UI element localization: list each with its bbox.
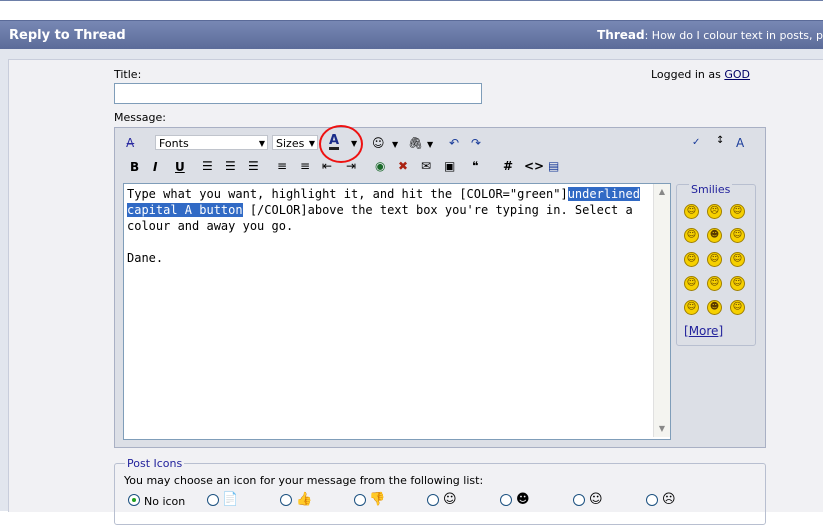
title-input[interactable]	[114, 83, 482, 104]
title-label: Title:	[114, 68, 142, 81]
logged-in-user-link[interactable]: GOD	[724, 68, 750, 81]
logged-in-text: Logged in as GOD	[651, 68, 750, 81]
thread-title: : How do I colour text in posts, p	[644, 29, 823, 42]
indent-icon[interactable]: ⇥	[346, 159, 356, 173]
redo-icon[interactable]: ↷	[471, 136, 481, 150]
smilie-icon[interactable]: ☺	[730, 252, 745, 267]
ordered-list-icon[interactable]: ≡	[277, 159, 287, 173]
insert-image-icon[interactable]: ▣	[444, 159, 455, 173]
size-select-value: Sizes	[276, 137, 305, 150]
email-link-icon[interactable]: ✉	[421, 159, 431, 173]
smilie-icon[interactable]: ☺	[707, 252, 722, 267]
more-smilies-link[interactable]: More	[689, 324, 719, 338]
php-code-icon[interactable]: ▤	[548, 159, 559, 173]
post-icons-description: You may choose an icon for your message …	[124, 474, 484, 487]
page-title: Reply to Thread	[9, 28, 126, 43]
message-highlight-2: capital A button	[127, 203, 243, 217]
bold-button[interactable]: B	[130, 160, 139, 174]
spellcheck-icon[interactable]: ✓	[692, 136, 700, 150]
insert-link-icon[interactable]: ◉	[375, 159, 385, 173]
smilie-icon[interactable]: ☺	[730, 228, 745, 243]
italic-button[interactable]: I	[153, 160, 157, 174]
smilie-icon[interactable]: ☻	[707, 300, 722, 315]
font-select[interactable]: Fonts ▼	[155, 135, 268, 150]
smilie-icon[interactable]: ☺	[707, 276, 722, 291]
smilie-icon[interactable]: ☺	[730, 204, 745, 219]
smile-icon: ☺	[443, 492, 457, 507]
more-smilies: [More]	[684, 324, 724, 338]
quote-icon[interactable]: ❝	[472, 159, 478, 173]
scroll-up-icon[interactable]: ▲	[655, 185, 669, 199]
thread-info: Thread: How do I colour text in posts, p	[597, 28, 823, 42]
post-icon-radio[interactable]	[573, 494, 585, 506]
thumbs-down-icon: 👎	[369, 492, 386, 507]
underline-button[interactable]: U	[175, 160, 185, 174]
message-highlight-1: underlined	[567, 187, 640, 201]
smilie-icon[interactable]: ☹	[707, 204, 722, 219]
scroll-down-icon[interactable]: ▼	[655, 422, 669, 436]
message-textarea[interactable]: Type what you want, highlight it, and hi…	[123, 183, 671, 440]
remove-format-icon[interactable]: A̶	[126, 136, 134, 150]
smilie-icon[interactable]: ☺	[684, 252, 699, 267]
outdent-icon[interactable]: ⇤	[322, 159, 332, 173]
laugh-icon: ☻	[516, 492, 530, 507]
post-icon-radio[interactable]	[354, 494, 366, 506]
post-icons-heading: Post Icons	[125, 457, 185, 470]
message-signature: Dane.	[127, 251, 164, 265]
unordered-list-icon[interactable]: ≡	[300, 159, 310, 173]
code-hash-button[interactable]: #	[503, 159, 513, 173]
align-center-icon[interactable]: ☰	[225, 159, 236, 173]
align-right-icon[interactable]: ☰	[248, 159, 259, 173]
smilie-icon[interactable]: ☻	[707, 228, 722, 243]
message-line1-before: Type what you want, highlight it, and hi…	[127, 187, 568, 201]
smilie-icon[interactable]: ☺	[730, 300, 745, 315]
resize-icon[interactable]: ↕	[716, 134, 724, 148]
switch-mode-icon[interactable]: A	[736, 136, 744, 150]
top-frame-line	[0, 0, 823, 1]
post-icon-radio[interactable]	[646, 494, 658, 506]
smilie-icon[interactable]: ☺	[730, 276, 745, 291]
chevron-down-icon: ▼	[308, 139, 315, 148]
angry-icon: ☹	[662, 492, 676, 507]
smilie-icon[interactable]: ☺	[684, 228, 699, 243]
thread-label: Thread	[597, 28, 645, 42]
no-icon-label: No icon	[144, 495, 186, 508]
post-icon-radio[interactable]	[427, 494, 439, 506]
message-text: Type what you want, highlight it, and hi…	[127, 186, 652, 266]
post-icon-document: 📄	[222, 492, 239, 507]
html-tag-button[interactable]: <>	[524, 159, 544, 173]
textarea-scrollbar[interactable]: ▲ ▼	[653, 184, 670, 437]
grin-icon: ☺	[589, 492, 603, 507]
chevron-down-icon: ▼	[258, 139, 265, 148]
post-icon-radio[interactable]	[207, 494, 219, 506]
smilie-icon[interactable]: ☺	[684, 276, 699, 291]
no-icon-radio[interactable]	[128, 494, 140, 506]
smilie-icon[interactable]: ☺	[684, 300, 699, 315]
attachment-icon[interactable]: 🖇	[408, 136, 423, 150]
post-icon-radio[interactable]	[500, 494, 512, 506]
unlink-icon[interactable]: ✖	[398, 159, 408, 173]
chevron-down-icon[interactable]: ▼	[427, 138, 433, 152]
size-select[interactable]: Sizes ▼	[272, 135, 318, 150]
thumbs-up-icon: 👍	[296, 492, 313, 507]
chevron-down-icon[interactable]: ▼	[392, 138, 398, 152]
align-left-icon[interactable]: ☰	[202, 159, 213, 173]
undo-icon[interactable]: ↶	[449, 136, 459, 150]
logged-in-prefix: Logged in as	[651, 68, 721, 81]
post-icon-radio[interactable]	[280, 494, 292, 506]
font-select-value: Fonts	[159, 137, 189, 150]
reply-header-bar: Reply to Thread Thread: How do I colour …	[0, 20, 823, 50]
smiley-insert-icon[interactable]: ☺	[372, 136, 385, 150]
annotation-circle	[319, 125, 363, 163]
smilie-icon[interactable]: ☺	[684, 204, 699, 219]
message-label: Message:	[114, 111, 166, 124]
smilies-heading: Smilies	[689, 183, 733, 196]
